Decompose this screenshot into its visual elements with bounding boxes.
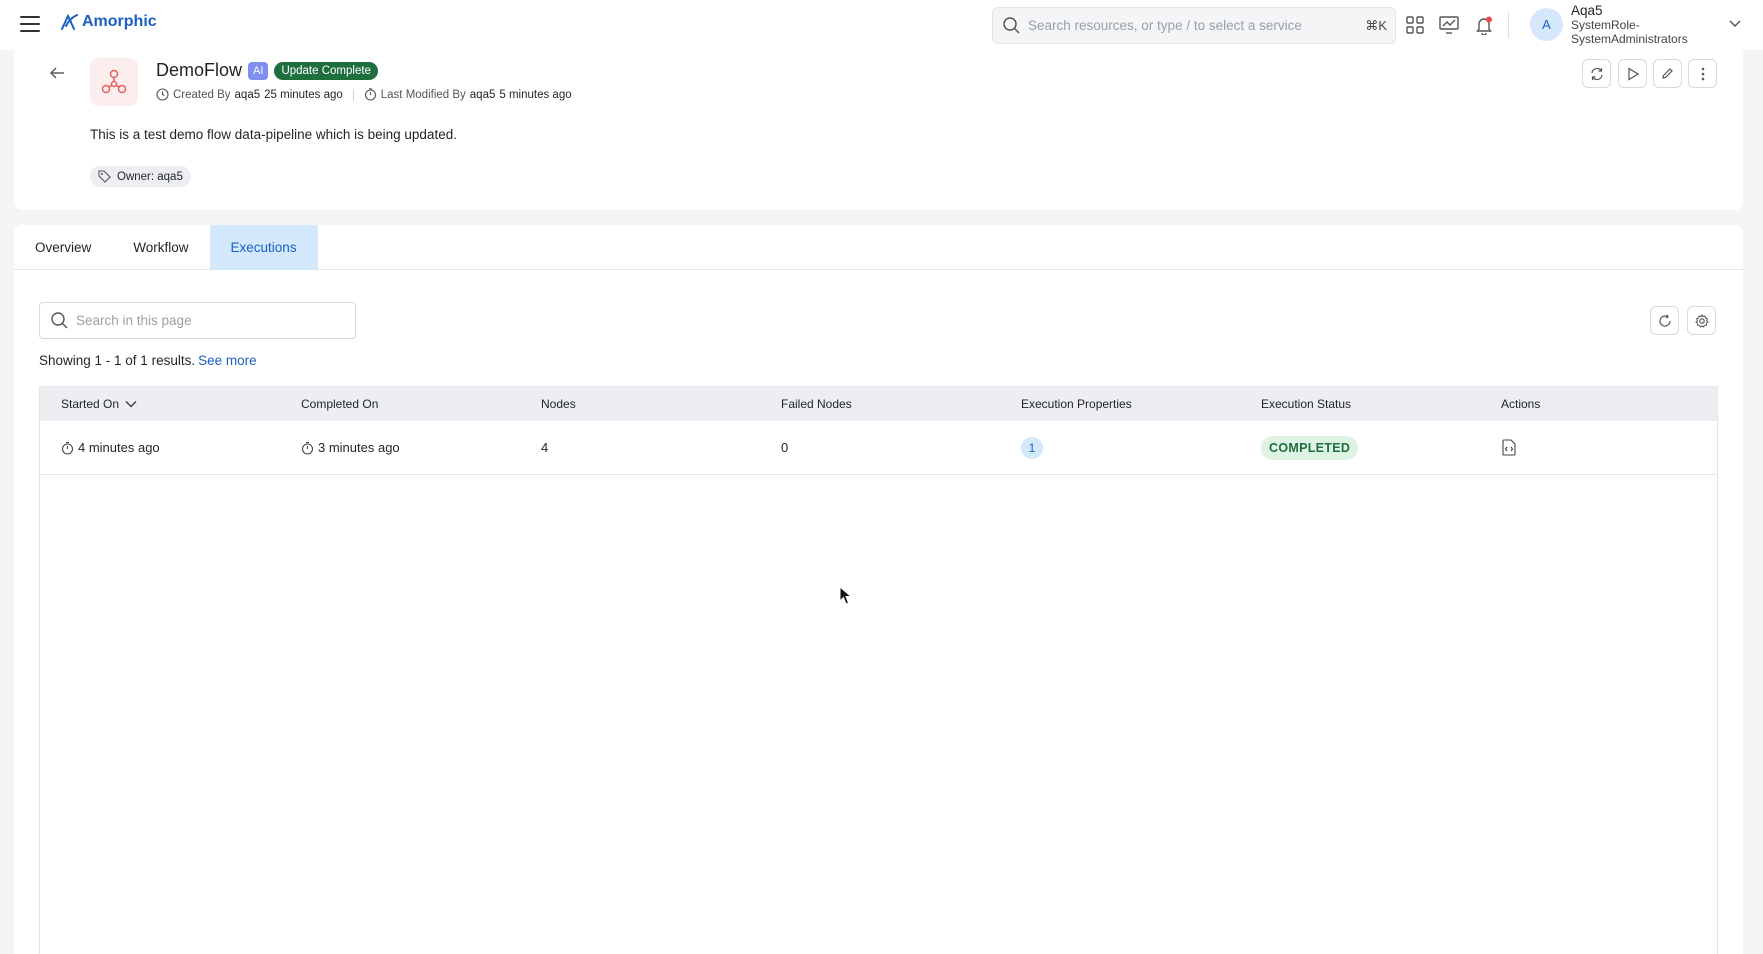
col-nodes: Nodes	[541, 397, 576, 411]
mouse-cursor-icon	[839, 585, 853, 609]
page-title: DemoFlow	[156, 60, 243, 80]
executions-panel: Overview Workflow Executions Showing 1 -…	[14, 225, 1743, 954]
apps-grid-icon[interactable]	[1404, 14, 1426, 36]
table-row: 4 minutes ago 3 minutes ago 4 0 1 COMPLE…	[40, 421, 1717, 475]
page-search[interactable]	[39, 302, 356, 339]
executions-table: Started On Completed On Nodes Failed Nod…	[39, 386, 1718, 954]
search-icon	[51, 312, 68, 329]
brand-name: Amorphic	[82, 13, 157, 30]
global-search-input[interactable]	[1028, 18, 1348, 33]
table-header: Started On Completed On Nodes Failed Nod…	[40, 387, 1717, 421]
modified-ago: 5 minutes ago	[499, 88, 572, 101]
cell-nodes: 4	[541, 440, 549, 455]
started-on-value: 4 minutes ago	[78, 440, 160, 455]
topbar-divider	[1508, 12, 1509, 38]
col-actions: Actions	[1501, 397, 1541, 411]
gear-icon	[1694, 313, 1709, 328]
page-search-input[interactable]	[76, 313, 336, 328]
status-badge: Update Complete	[274, 61, 378, 80]
sync-icon	[1590, 67, 1603, 80]
created-by: aqa5	[234, 88, 261, 101]
reload-button[interactable]	[1650, 306, 1679, 335]
tag-icon	[98, 170, 111, 183]
timer-icon	[301, 441, 314, 455]
refresh-button[interactable]	[1582, 59, 1611, 88]
cell-execution-properties: 1	[1000, 436, 1240, 459]
kebab-icon	[1701, 67, 1704, 80]
view-logs-icon[interactable]	[1501, 439, 1517, 456]
edit-button[interactable]	[1653, 59, 1682, 88]
modified-prefix: Last Modified By	[380, 88, 466, 101]
timer-icon	[364, 88, 376, 101]
col-failed-nodes: Failed Nodes	[781, 397, 852, 411]
tab-overview[interactable]: Overview	[14, 225, 112, 270]
flow-icon	[90, 58, 138, 106]
cell-execution-status: COMPLETED	[1240, 435, 1480, 460]
cell-actions	[1480, 439, 1699, 456]
back-arrow-icon[interactable]	[46, 62, 68, 84]
search-icon	[1003, 17, 1020, 34]
created-ago: 25 minutes ago	[264, 88, 343, 101]
top-bar: Amorphic ⌘K A Aqa5 SystemRole- SystemAdm…	[0, 0, 1763, 50]
user-info[interactable]: Aqa5 SystemRole- SystemAdministrators	[1571, 3, 1688, 47]
global-search[interactable]: ⌘K	[992, 7, 1396, 44]
owner-tag-label: Owner: aqa5	[117, 170, 183, 183]
chevron-down-icon[interactable]	[1728, 16, 1742, 33]
pencil-icon	[1662, 68, 1673, 79]
monitor-chart-icon[interactable]	[1438, 14, 1460, 36]
col-execution-status: Execution Status	[1261, 397, 1352, 411]
user-role-line2: SystemAdministrators	[1571, 32, 1688, 46]
tab-workflow[interactable]: Workflow	[112, 225, 209, 270]
tab-executions[interactable]: Executions	[209, 225, 318, 270]
table-settings-button[interactable]	[1687, 306, 1716, 335]
search-shortcut: ⌘K	[1365, 18, 1387, 33]
play-icon	[1627, 66, 1639, 81]
user-role-line1: SystemRole-	[1571, 18, 1640, 32]
resource-header: DemoFlow AI Update Complete Created By a…	[14, 50, 1743, 210]
chevron-down-icon	[125, 401, 137, 408]
timer-icon	[61, 441, 74, 455]
title-row: DemoFlow AI Update Complete	[156, 60, 378, 81]
run-button[interactable]	[1618, 59, 1647, 88]
ai-badge: AI	[248, 61, 269, 80]
modified-by: aqa5	[469, 88, 496, 101]
owner-tag: Owner: aqa5	[90, 166, 191, 187]
notification-bell-icon[interactable]	[1473, 14, 1495, 36]
more-options-button[interactable]	[1688, 59, 1717, 88]
completed-on-value: 3 minutes ago	[318, 440, 400, 455]
created-prefix: Created By	[173, 88, 231, 101]
col-completed-on: Completed On	[301, 397, 379, 411]
cell-started-on: 4 minutes ago	[40, 440, 280, 455]
results-summary: Showing 1 - 1 of 1 results. See more	[39, 353, 257, 368]
avatar[interactable]: A	[1530, 8, 1563, 41]
col-execution-properties: Execution Properties	[1021, 397, 1132, 411]
cell-failed-nodes: 0	[781, 440, 789, 455]
col-started-on[interactable]: Started On	[40, 397, 280, 411]
meta-divider	[352, 88, 354, 101]
results-text: Showing 1 - 1 of 1 results.	[39, 353, 196, 368]
refresh-icon	[1658, 314, 1671, 327]
brand-logo[interactable]: Amorphic	[60, 13, 157, 31]
see-more-link[interactable]: See more	[198, 353, 257, 368]
execution-status-badge: COMPLETED	[1261, 435, 1359, 460]
clock-icon	[156, 88, 169, 101]
properties-count-badge[interactable]: 1	[1021, 436, 1043, 459]
menu-icon[interactable]	[20, 16, 40, 32]
meta-row: Created By aqa5 25 minutes ago Last Modi…	[156, 88, 572, 101]
col-started-on-label: Started On	[61, 397, 120, 411]
user-name: Aqa5	[1571, 3, 1603, 18]
resource-description: This is a test demo flow data-pipeline w…	[90, 127, 457, 142]
tab-bar: Overview Workflow Executions	[14, 225, 1743, 270]
cell-completed-on: 3 minutes ago	[280, 440, 520, 455]
amorphic-logo-icon	[61, 13, 78, 30]
